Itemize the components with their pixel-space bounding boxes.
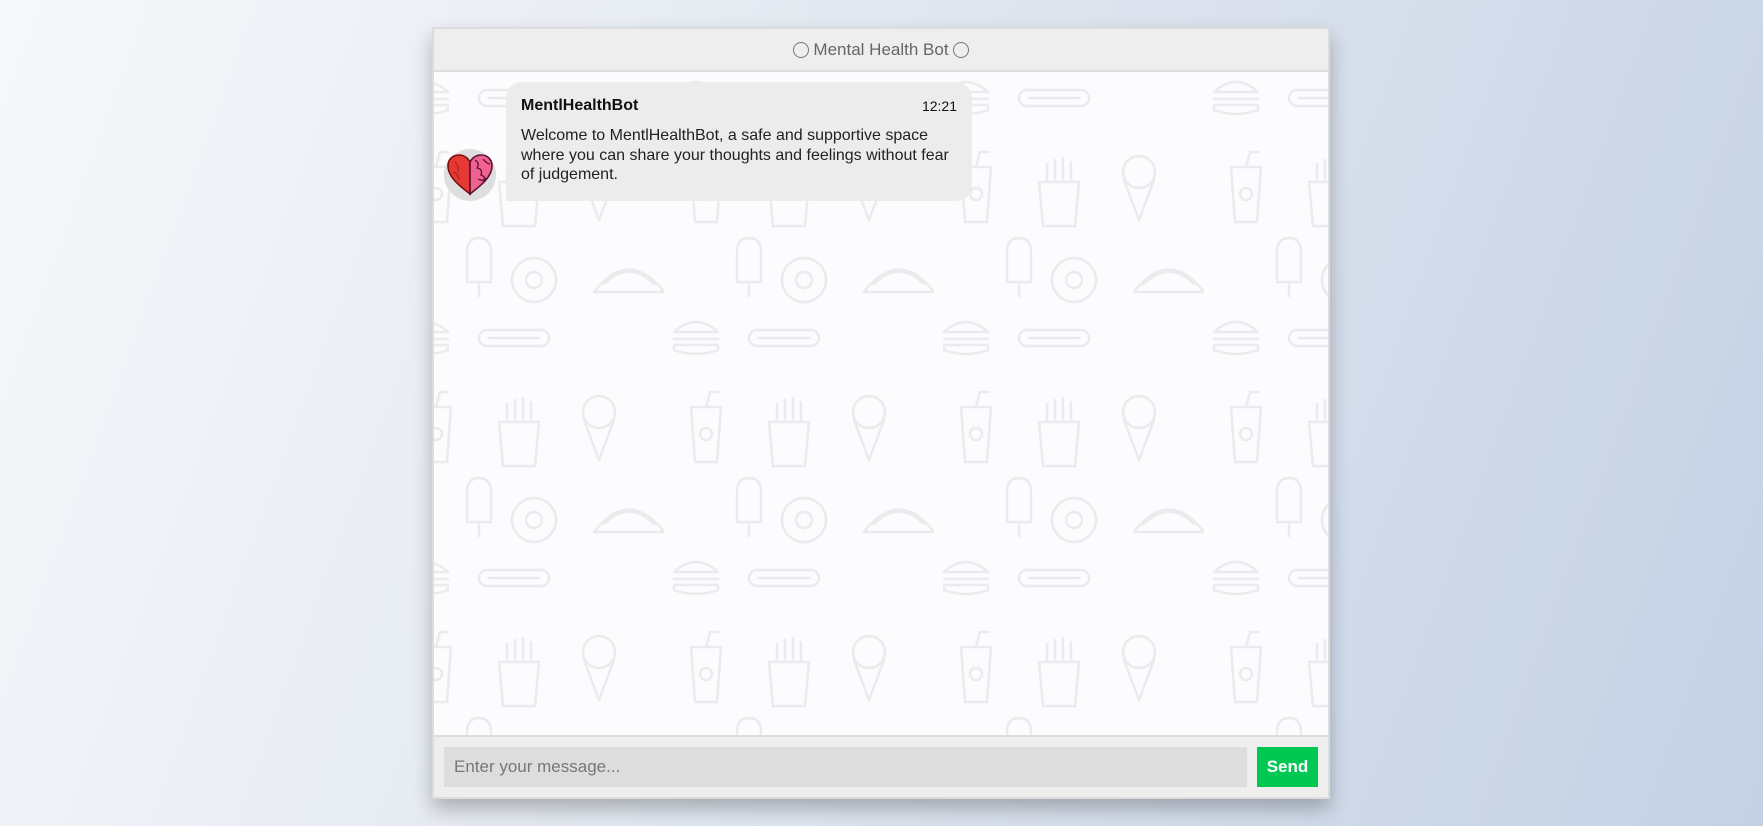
left-circle-icon — [793, 41, 810, 58]
chat-title: Mental Health Bot — [813, 39, 949, 59]
message-bubble: MentlHealthBot 12:21 Welcome to MentlHea… — [506, 82, 972, 201]
message-list[interactable]: MentlHealthBot 12:21 Welcome to MentlHea… — [434, 72, 1328, 735]
message-time: 12:21 — [921, 98, 957, 114]
message-text: Welcome to MentlHealthBot, a safe and su… — [521, 127, 949, 183]
chat-window: Mental Health Bot MentlHealthBot 12:21 W… — [432, 27, 1330, 799]
send-button[interactable]: Send — [1257, 747, 1318, 787]
message-composer: Send — [434, 735, 1328, 797]
sender-name: MentlHealthBot — [521, 97, 639, 114]
heart-brain-icon — [447, 153, 493, 196]
avatar — [444, 148, 496, 201]
message-info: MentlHealthBot 12:21 — [521, 97, 957, 115]
chat-header: Mental Health Bot — [434, 29, 1328, 72]
bot-message: MentlHealthBot 12:21 Welcome to MentlHea… — [444, 82, 972, 201]
message-input[interactable] — [444, 747, 1247, 787]
right-circle-icon — [952, 41, 969, 58]
